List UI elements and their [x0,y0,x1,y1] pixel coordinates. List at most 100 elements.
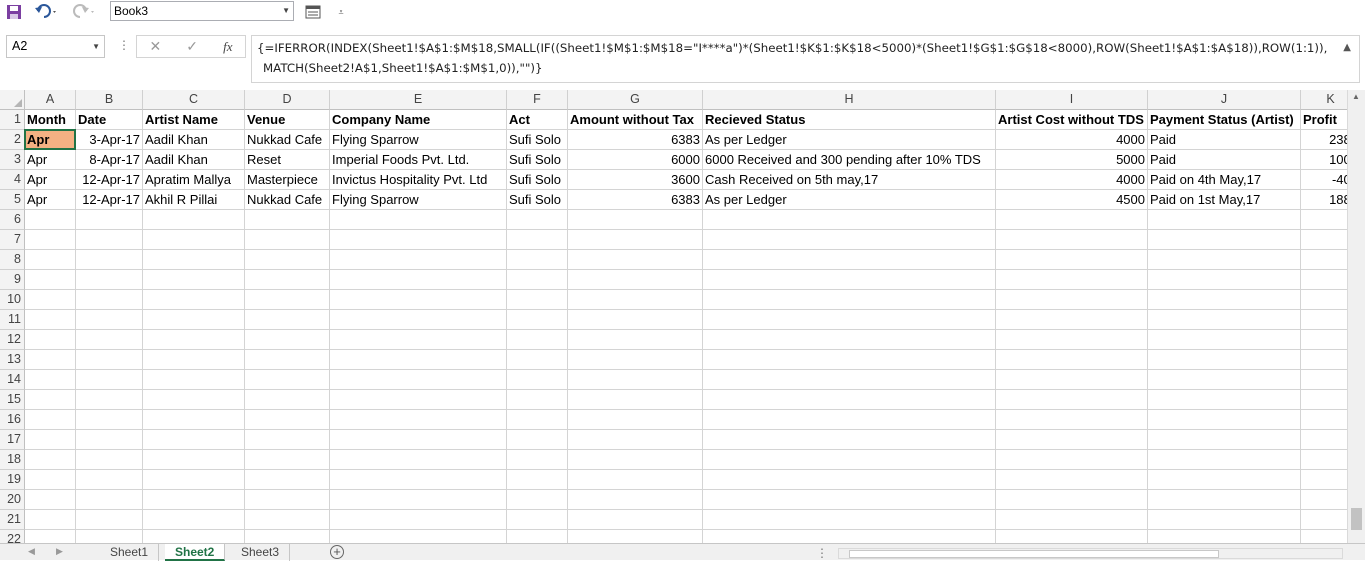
cell-f9[interactable] [507,270,568,290]
cell-j22[interactable] [1148,530,1301,543]
cell-f10[interactable] [507,290,568,310]
cell-f11[interactable] [507,310,568,330]
cell-e18[interactable] [330,450,507,470]
cell-f12[interactable] [507,330,568,350]
row-header-7[interactable]: 7 [0,230,25,250]
cell-h11[interactable] [703,310,996,330]
cell-d6[interactable] [245,210,330,230]
cell-j13[interactable] [1148,350,1301,370]
cell-j3[interactable]: Paid [1148,150,1301,170]
cell-k4[interactable]: -400 [1301,170,1347,190]
cell-d10[interactable] [245,290,330,310]
cell-c15[interactable] [143,390,245,410]
cell-b18[interactable] [76,450,143,470]
cell-e5[interactable]: Flying Sparrow [330,190,507,210]
row-header-19[interactable]: 19 [0,470,25,490]
cell-c12[interactable] [143,330,245,350]
cell-i6[interactable] [996,210,1148,230]
horizontal-scrollbar[interactable] [838,548,1343,559]
cell-h18[interactable] [703,450,996,470]
cell-g11[interactable] [568,310,703,330]
cell-c5[interactable]: Akhil R Pillai [143,190,245,210]
cell-a22[interactable] [25,530,76,543]
cell-i21[interactable] [996,510,1148,530]
cell-b2[interactable]: 3-Apr-17 [76,130,143,150]
cell-c17[interactable] [143,430,245,450]
cell-i10[interactable] [996,290,1148,310]
cell-b17[interactable] [76,430,143,450]
cell-h5[interactable]: As per Ledger [703,190,996,210]
scroll-up-icon[interactable]: ▲ [1352,92,1360,101]
cell-a21[interactable] [25,510,76,530]
cell-b13[interactable] [76,350,143,370]
cell-a17[interactable] [25,430,76,450]
cell-g22[interactable] [568,530,703,543]
cell-g6[interactable] [568,210,703,230]
cell-k21[interactable] [1301,510,1347,530]
cell-j6[interactable] [1148,210,1301,230]
cell-d22[interactable] [245,530,330,543]
row-header-12[interactable]: 12 [0,330,25,350]
cell-h16[interactable] [703,410,996,430]
cell-e2[interactable]: Flying Sparrow [330,130,507,150]
cell-i16[interactable] [996,410,1148,430]
cell-a12[interactable] [25,330,76,350]
cell-i5[interactable]: 4500 [996,190,1148,210]
cell-d20[interactable] [245,490,330,510]
cell-i7[interactable] [996,230,1148,250]
cell-i8[interactable] [996,250,1148,270]
cell-b9[interactable] [76,270,143,290]
cell-a15[interactable] [25,390,76,410]
column-header-d[interactable]: D [245,90,330,110]
insert-function-icon[interactable]: fx [223,39,232,55]
cell-d1[interactable]: Venue [245,110,330,130]
cell-h7[interactable] [703,230,996,250]
cell-b4[interactable]: 12-Apr-17 [76,170,143,190]
cell-d19[interactable] [245,470,330,490]
cell-e20[interactable] [330,490,507,510]
cell-j15[interactable] [1148,390,1301,410]
row-header-5[interactable]: 5 [0,190,25,210]
cell-f8[interactable] [507,250,568,270]
cell-c20[interactable] [143,490,245,510]
cell-h12[interactable] [703,330,996,350]
cell-e8[interactable] [330,250,507,270]
cell-e10[interactable] [330,290,507,310]
cell-c8[interactable] [143,250,245,270]
cell-d11[interactable] [245,310,330,330]
collapse-formula-bar-icon[interactable]: ▲ [1343,38,1351,58]
cell-h20[interactable] [703,490,996,510]
cell-e15[interactable] [330,390,507,410]
cell-f16[interactable] [507,410,568,430]
cell-e14[interactable] [330,370,507,390]
cell-k19[interactable] [1301,470,1347,490]
cell-g10[interactable] [568,290,703,310]
cell-e17[interactable] [330,430,507,450]
cell-h15[interactable] [703,390,996,410]
row-header-10[interactable]: 10 [0,290,25,310]
row-header-13[interactable]: 13 [0,350,25,370]
cell-k16[interactable] [1301,410,1347,430]
cell-k6[interactable] [1301,210,1347,230]
cell-b20[interactable] [76,490,143,510]
column-header-h[interactable]: H [703,90,996,110]
cell-k9[interactable] [1301,270,1347,290]
cell-h1[interactable]: Recieved Status [703,110,996,130]
undo-icon[interactable] [32,2,62,22]
cell-f20[interactable] [507,490,568,510]
cell-j19[interactable] [1148,470,1301,490]
more-options-icon[interactable]: ⋮ [118,38,130,52]
cell-e6[interactable] [330,210,507,230]
cell-g2[interactable]: 6383 [568,130,703,150]
cell-d7[interactable] [245,230,330,250]
cell-d12[interactable] [245,330,330,350]
cell-a11[interactable] [25,310,76,330]
row-header-17[interactable]: 17 [0,430,25,450]
cell-e11[interactable] [330,310,507,330]
cell-k7[interactable] [1301,230,1347,250]
cell-f13[interactable] [507,350,568,370]
cell-h13[interactable] [703,350,996,370]
cell-h2[interactable]: As per Ledger [703,130,996,150]
cell-f22[interactable] [507,530,568,543]
cell-b5[interactable]: 12-Apr-17 [76,190,143,210]
